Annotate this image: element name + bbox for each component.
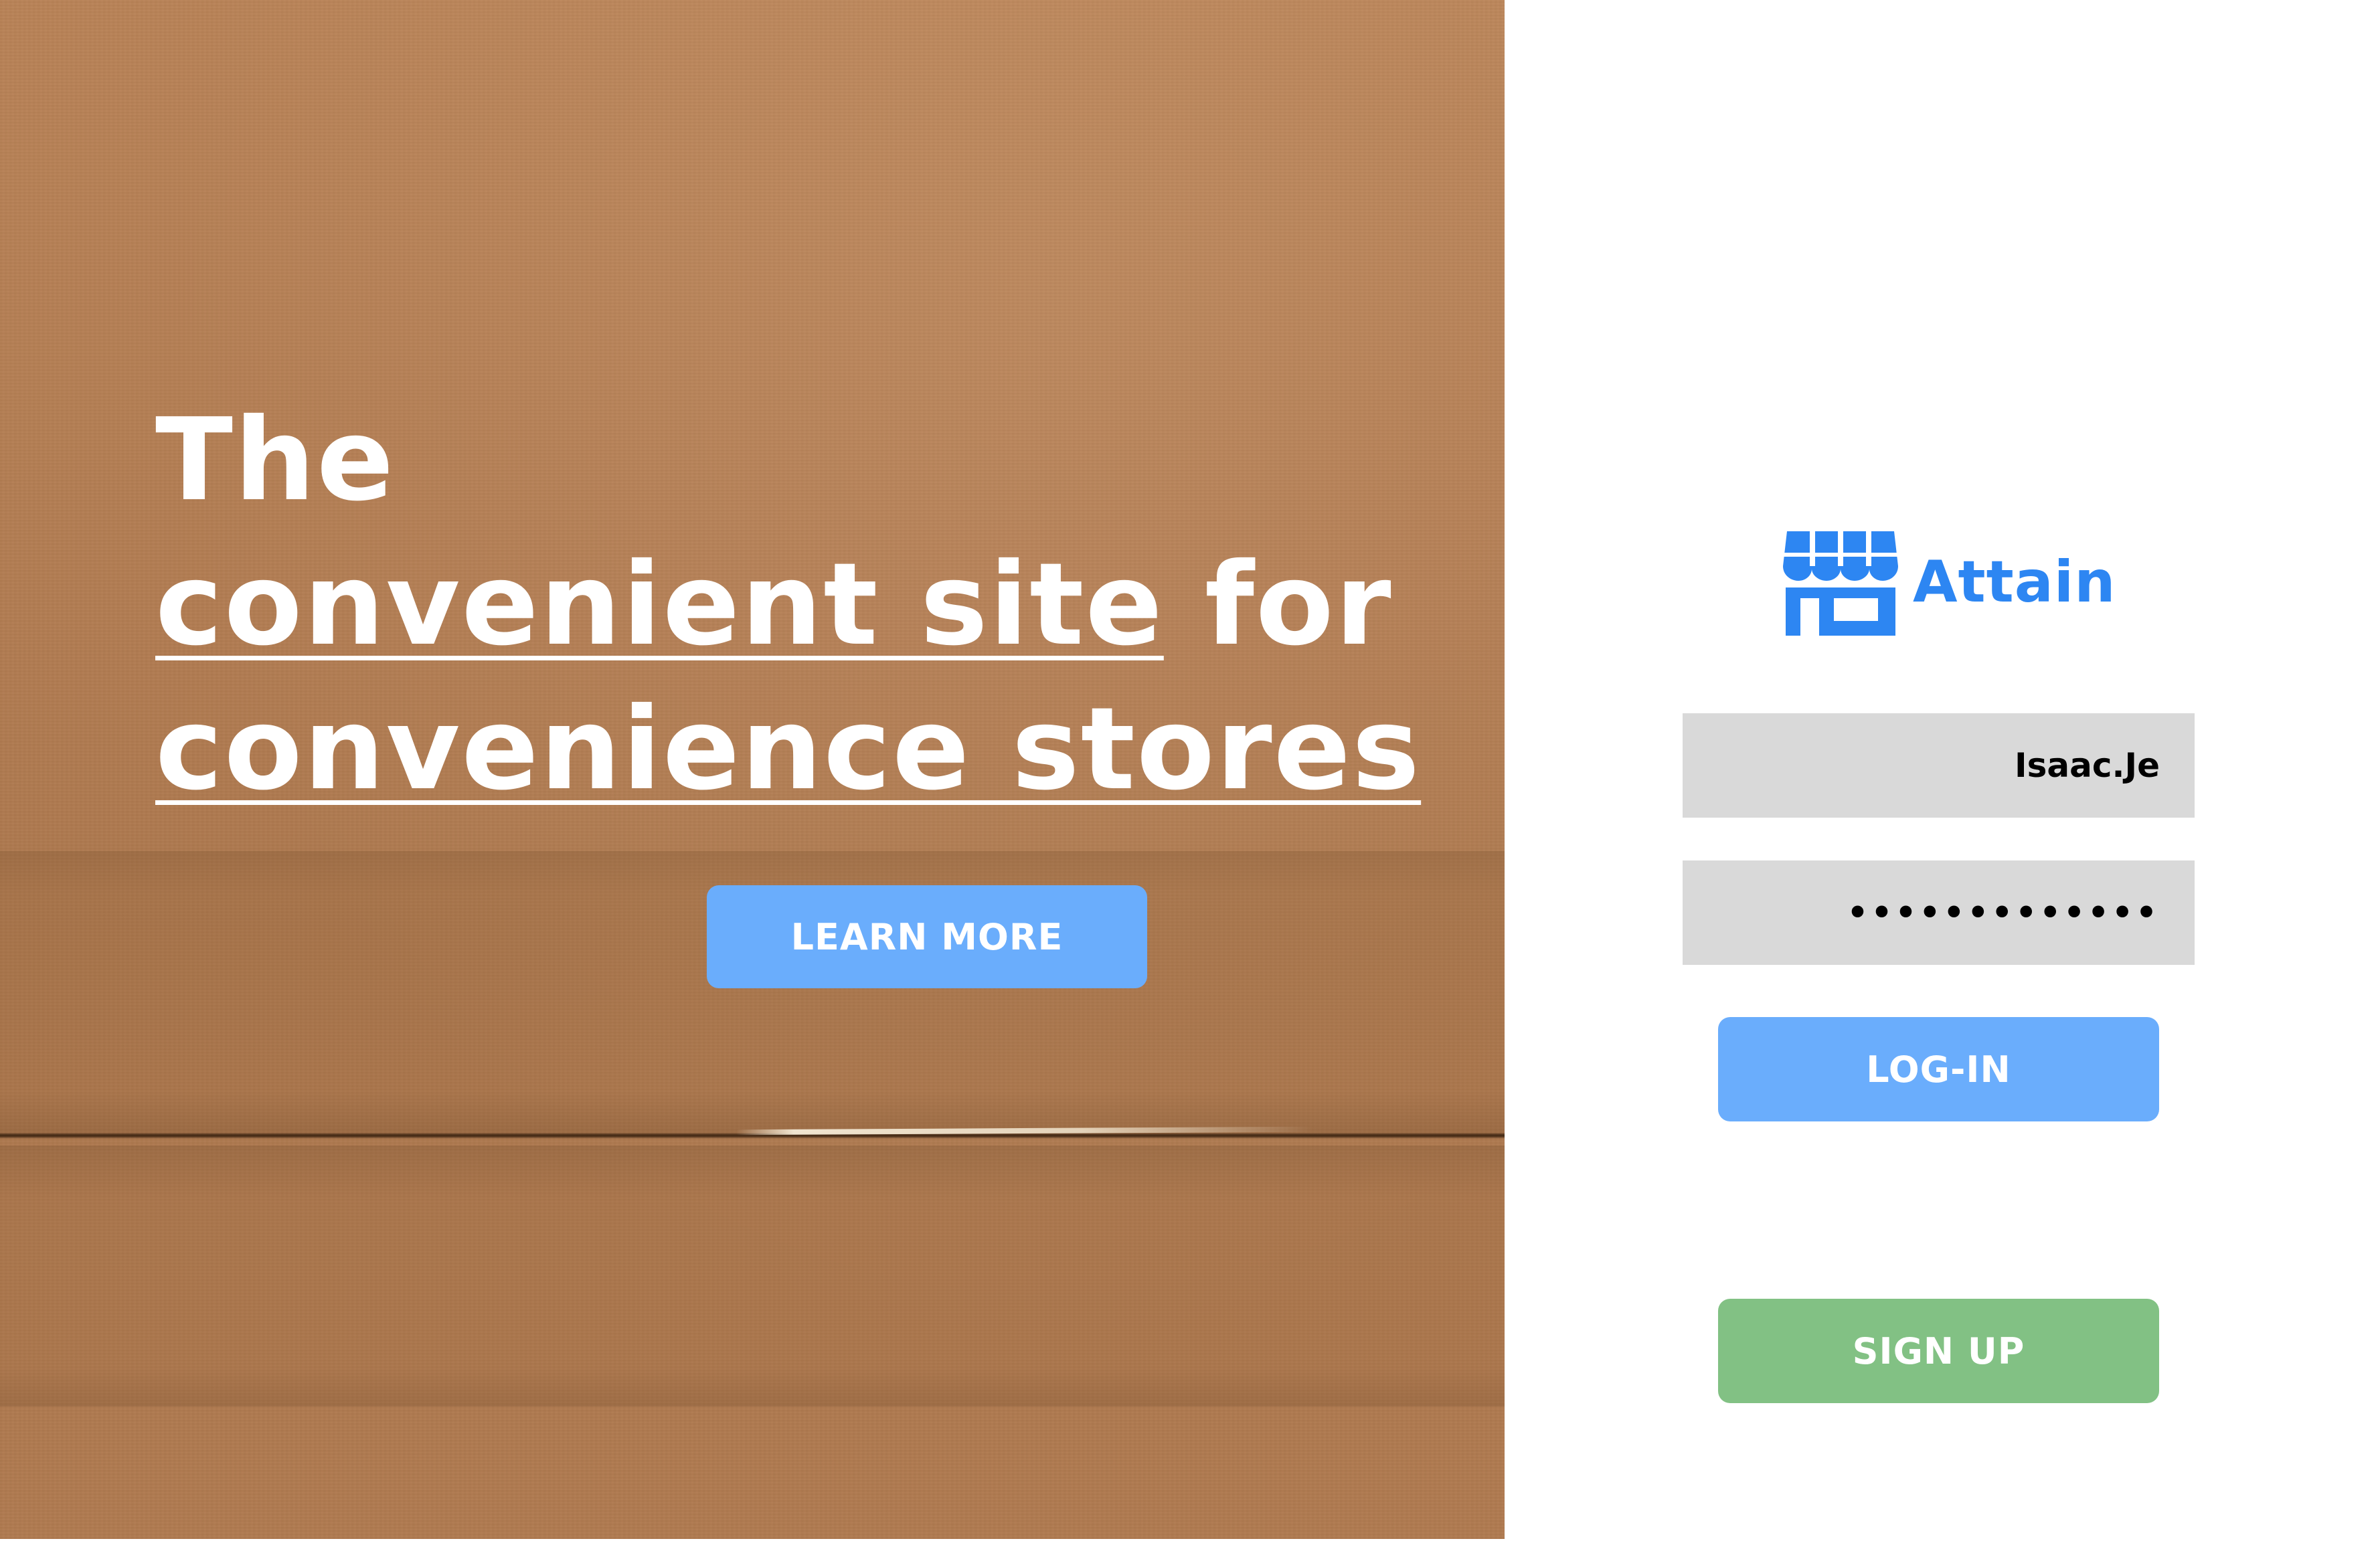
tape-band-lower (0, 1146, 1505, 1406)
password-field[interactable] (1683, 860, 2195, 965)
hero-bottom-edge (0, 1539, 1505, 1547)
headline-line-1: The (155, 394, 396, 527)
brand-name: Attain (1913, 549, 2116, 616)
brand-logo: Attain (1783, 529, 2116, 636)
login-button[interactable]: LOG-IN (1718, 1017, 2159, 1121)
headline-line-2: convenient site for (155, 533, 1421, 677)
hero-panel: The convenient site for convenience stor… (0, 0, 1505, 1547)
storefront-icon (1783, 531, 1898, 636)
landing-page: The convenient site for convenience stor… (0, 0, 2380, 1547)
headline-line-3: convenience stores (155, 677, 1421, 822)
username-field[interactable] (1683, 713, 2195, 818)
headline-emphasis-2: convenience stores (155, 683, 1422, 816)
headline-emphasis-1: convenient site (155, 539, 1164, 671)
signup-button[interactable]: SIGN UP (1718, 1299, 2159, 1403)
headline-line-2-rest: for (1163, 539, 1393, 671)
learn-more-button[interactable]: LEARN MORE (707, 885, 1147, 988)
hero-headline: The convenient site for convenience stor… (155, 388, 1421, 822)
